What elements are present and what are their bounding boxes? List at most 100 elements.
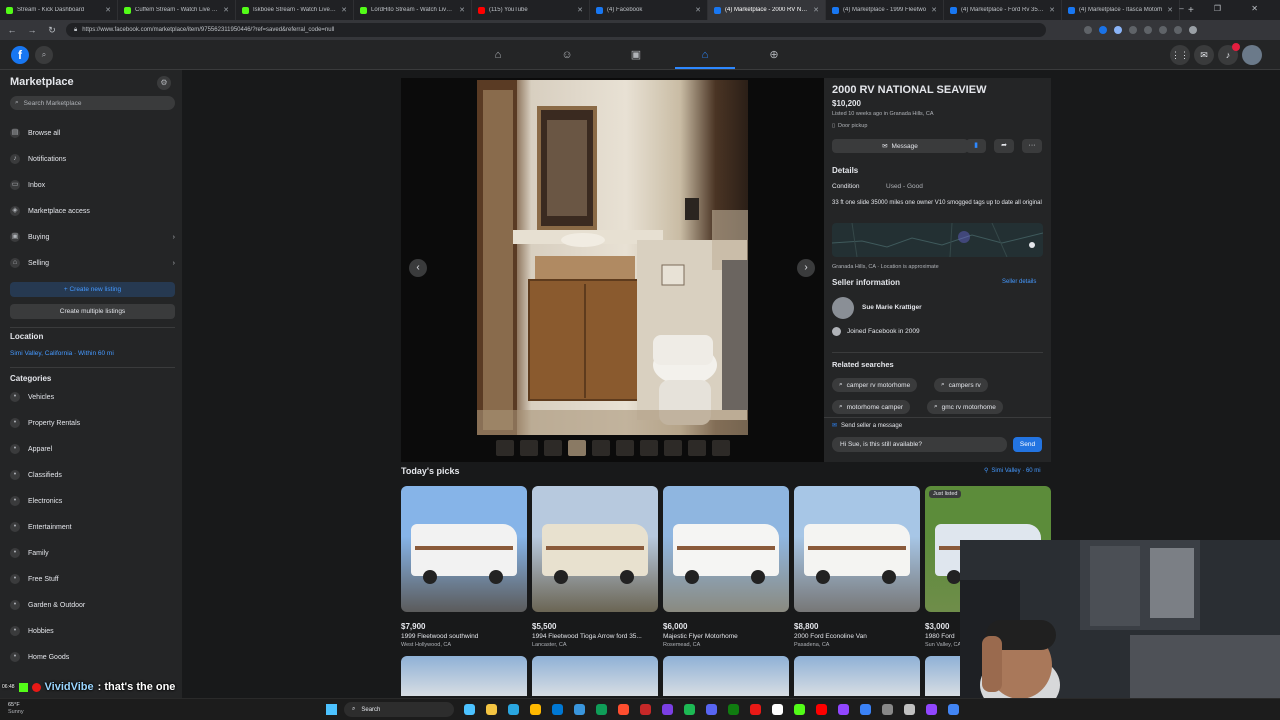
photo-thumbnail[interactable] bbox=[688, 440, 706, 456]
app-icon[interactable] bbox=[926, 704, 937, 715]
start-button[interactable] bbox=[326, 704, 337, 715]
photo-thumbnail[interactable] bbox=[616, 440, 634, 456]
chrome-icon[interactable] bbox=[596, 704, 607, 715]
browser-tab[interactable]: (4) Marketplace - Itasca Motorh ✕ bbox=[1062, 0, 1180, 20]
photo-thumbnail[interactable] bbox=[592, 440, 610, 456]
home-icon[interactable]: ⌂ bbox=[490, 47, 506, 63]
browser-tab[interactable]: (115) YouTube ✕ bbox=[472, 0, 590, 20]
browser-tab[interactable]: (4) Marketplace - 2000 RV NATI ✕ bbox=[708, 0, 826, 20]
close-tab-icon[interactable]: ✕ bbox=[1049, 6, 1055, 14]
related-search-chip[interactable]: ⌕ camper rv motorhome bbox=[832, 378, 918, 392]
listing-card-image[interactable] bbox=[794, 656, 920, 696]
category-hobbies[interactable]: • Hobbies bbox=[10, 620, 175, 642]
category-garden-outdoor[interactable]: • Garden & Outdoor bbox=[10, 594, 175, 616]
listing-card-image[interactable] bbox=[401, 656, 527, 696]
listing-card[interactable]: $7,900 1999 Fleetwood southwind West Holly… bbox=[401, 486, 527, 648]
close-tab-icon[interactable]: ✕ bbox=[695, 6, 701, 14]
record-icon[interactable] bbox=[750, 704, 761, 715]
store-icon[interactable] bbox=[552, 704, 563, 715]
picks-location-link[interactable]: ⚲ Simi Valley · 60 mi bbox=[984, 467, 1041, 475]
widgets-icon[interactable] bbox=[464, 704, 475, 715]
close-tab-icon[interactable]: ✕ bbox=[1167, 6, 1173, 14]
close-tab-icon[interactable]: ✕ bbox=[105, 6, 111, 14]
facebook-logo[interactable]: f bbox=[11, 46, 29, 64]
account-avatar[interactable] bbox=[1242, 45, 1262, 65]
related-search-chip[interactable]: ⌕ motorhome camper bbox=[832, 400, 910, 414]
watch-icon[interactable]: ▣ bbox=[628, 47, 644, 63]
photo-thumbnail[interactable] bbox=[664, 440, 682, 456]
save-button[interactable]: ▮ bbox=[966, 139, 986, 153]
menu-grid-icon[interactable]: ⋮⋮ bbox=[1170, 45, 1190, 65]
sidebar-item-marketplace-access[interactable]: ◈ Marketplace access bbox=[10, 200, 175, 222]
url-field[interactable]: 🔒︎ https://www.facebook.com/marketplace/… bbox=[66, 23, 1046, 37]
listing-card-image[interactable] bbox=[532, 656, 658, 696]
app-icon[interactable] bbox=[816, 704, 827, 715]
extension-icon[interactable] bbox=[1114, 26, 1122, 34]
category-property-rentals[interactable]: • Property Rentals bbox=[10, 412, 175, 434]
category-electronics[interactable]: • Electronics bbox=[10, 490, 175, 512]
message-input[interactable]: Hi Sue, is this still available? bbox=[832, 437, 1007, 452]
category-apparel[interactable]: • Apparel bbox=[10, 438, 175, 460]
messenger-icon[interactable]: ✉ bbox=[1194, 45, 1214, 65]
close-tab-icon[interactable]: ✕ bbox=[577, 6, 583, 14]
app-icon[interactable] bbox=[860, 704, 871, 715]
photo-thumbnail[interactable] bbox=[520, 440, 538, 456]
extension-icon[interactable] bbox=[1099, 26, 1107, 34]
photo-thumbnail[interactable] bbox=[640, 440, 658, 456]
photo-thumbnail[interactable] bbox=[544, 440, 562, 456]
extension-icon[interactable] bbox=[1159, 26, 1167, 34]
mail-icon[interactable] bbox=[574, 704, 585, 715]
extension-icon[interactable] bbox=[1129, 26, 1137, 34]
share-button[interactable]: ➦ bbox=[994, 139, 1014, 153]
listing-card[interactable]: $8,800 2000 Ford Econoline Van Pasadena, C… bbox=[794, 486, 920, 648]
app-icon[interactable] bbox=[772, 704, 783, 715]
discord-icon[interactable] bbox=[706, 704, 717, 715]
search-icon[interactable]: ⌕ bbox=[35, 46, 53, 64]
extension-icon[interactable] bbox=[1144, 26, 1152, 34]
browser-tab[interactable]: Stream - Kick Dashboard ✕ bbox=[0, 0, 118, 20]
message-button[interactable]: ✉ Message bbox=[832, 139, 968, 153]
sidebar-item-inbox[interactable]: ▭ Inbox bbox=[10, 174, 175, 196]
browser-tab[interactable]: Cuffem Stream - Watch Live on K ✕ bbox=[118, 0, 236, 20]
related-search-chip[interactable]: ⌕ campers rv bbox=[934, 378, 988, 392]
location-map[interactable] bbox=[832, 223, 1043, 257]
close-tab-icon[interactable]: ✕ bbox=[223, 6, 229, 14]
obs-icon[interactable] bbox=[662, 704, 673, 715]
seller-name-link[interactable]: Sue Marie Krattiger bbox=[862, 304, 922, 311]
sidebar-item-notifications[interactable]: ♪ Notifications bbox=[10, 148, 175, 170]
spotify-icon[interactable] bbox=[684, 704, 695, 715]
browser-tab[interactable]: LordHito Stream - Watch Live on ✕ bbox=[354, 0, 472, 20]
marketplace-icon[interactable]: ⌂ bbox=[697, 47, 713, 63]
back-icon[interactable]: ← bbox=[6, 25, 18, 35]
browser-tab[interactable]: (4) Marketplace - Ford Rv 350 E ✕ bbox=[944, 0, 1062, 20]
app-icon[interactable] bbox=[948, 704, 959, 715]
taskbar-search[interactable]: ⌕ Search bbox=[344, 702, 454, 717]
browser-tab[interactable]: (4) Facebook ✕ bbox=[590, 0, 708, 20]
related-search-chip[interactable]: ⌕ gmc rv motorhome bbox=[927, 400, 1003, 414]
gaming-icon[interactable]: ⊕ bbox=[766, 47, 782, 63]
listing-card[interactable]: $6,000 Majestic Flyer Motorhome Rosemead, … bbox=[663, 486, 789, 648]
extension-icon[interactable] bbox=[1084, 26, 1092, 34]
more-options-button[interactable]: ··· bbox=[1022, 139, 1042, 153]
sidebar-item-browse-all[interactable]: ▤ Browse all bbox=[10, 122, 175, 144]
extension-icon[interactable] bbox=[1174, 26, 1182, 34]
category-classifieds[interactable]: • Classifieds bbox=[10, 464, 175, 486]
app-icon[interactable] bbox=[904, 704, 915, 715]
sidebar-item-buying[interactable]: ▣ Buying › bbox=[10, 226, 175, 248]
category-free-stuff[interactable]: • Free Stuff bbox=[10, 568, 175, 590]
photo-thumbnail[interactable] bbox=[496, 440, 514, 456]
category-vehicles[interactable]: • Vehicles bbox=[10, 386, 175, 408]
firefox-icon[interactable] bbox=[618, 704, 629, 715]
send-button[interactable]: Send bbox=[1013, 437, 1042, 452]
twitch-icon[interactable] bbox=[838, 704, 849, 715]
listing-card-image[interactable] bbox=[663, 656, 789, 696]
photo-thumbnail[interactable] bbox=[568, 440, 586, 456]
next-photo-button[interactable]: › bbox=[797, 259, 815, 277]
forward-icon[interactable]: → bbox=[26, 25, 38, 35]
browser-tab[interactable]: (4) Marketplace - 1999 Fleetwo ✕ bbox=[826, 0, 944, 20]
profile-avatar[interactable] bbox=[1189, 26, 1197, 34]
close-tab-icon[interactable]: ✕ bbox=[459, 6, 465, 14]
browser-tab[interactable]: Iskboee Stream - Watch Live on K ✕ bbox=[236, 0, 354, 20]
category-family[interactable]: • Family bbox=[10, 542, 175, 564]
seller-avatar[interactable] bbox=[832, 297, 854, 319]
